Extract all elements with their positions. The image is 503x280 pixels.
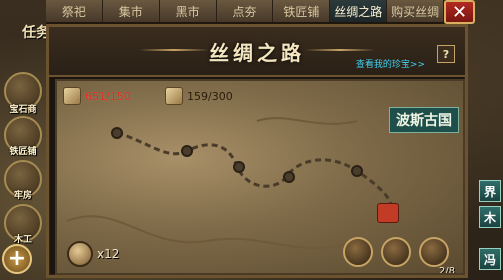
feng-button[interactable]: 冯 [479, 248, 501, 270]
world-button[interactable]: 界 [479, 180, 501, 202]
side-label-carpenter: 木工 [13, 235, 32, 245]
side-label-prison: 牢房 [13, 191, 32, 201]
tab-silk-road[interactable]: 丝绸之路 [330, 0, 388, 22]
page-indicator: 2/8 [438, 266, 455, 275]
tab-dianfen[interactable]: 点夯 [216, 0, 274, 22]
horn-item: x12 [67, 241, 119, 267]
side-label-gem: 宝石商 [9, 105, 37, 115]
country-label: 波斯古国 [389, 107, 459, 133]
help-button[interactable]: ? [437, 45, 455, 63]
silk-road-map: 651/150 159/300 波斯古国 x12 2/8 [55, 79, 465, 275]
tab-buy-silk[interactable]: 购买丝绸 [387, 0, 445, 22]
tab-blacksmith[interactable]: 铁匠铺 [273, 0, 331, 22]
view-treasure-link[interactable]: 查看我的珍宝>> [356, 57, 425, 70]
stage-node[interactable] [111, 127, 123, 139]
stage-node[interactable] [181, 145, 193, 157]
bottle-button[interactable] [419, 237, 449, 267]
title-ornament-right [305, 49, 375, 51]
tab-bar: 祭祀 集市 黑市 点夯 铁匠铺 丝绸之路 购买丝绸 [46, 0, 445, 24]
stage-node[interactable] [351, 165, 363, 177]
add-button[interactable]: + [2, 244, 32, 274]
treasure-button[interactable] [381, 237, 411, 267]
tab-sacrifice[interactable]: 祭祀 [46, 0, 103, 22]
horn-count: x12 [97, 247, 120, 261]
wood-button[interactable]: 木 [479, 206, 501, 228]
side-label-blacksmith: 铁匠铺 [9, 147, 37, 157]
bag-icon [165, 87, 183, 105]
silk-resource: 651/150 [63, 87, 131, 105]
speedup-button[interactable] [343, 237, 373, 267]
stage-node[interactable] [233, 161, 245, 173]
tab-black-market[interactable]: 黑市 [159, 0, 217, 22]
panel-header: 丝绸之路 查看我的珍宝>> ? [49, 27, 465, 77]
stamina-count: 159/300 [187, 89, 233, 103]
close-icon: ✕ [451, 1, 468, 23]
current-caravan-icon[interactable] [377, 203, 399, 223]
stage-node[interactable] [283, 171, 295, 183]
stamina-resource: 159/300 [165, 87, 233, 105]
horn-icon[interactable] [67, 241, 93, 267]
silk-road-panel: 丝绸之路 查看我的珍宝>> ? 651/150 159/300 波斯古国 x12 [46, 24, 468, 278]
plus-icon: + [7, 246, 27, 271]
close-button[interactable]: ✕ [444, 0, 475, 24]
tab-market[interactable]: 集市 [102, 0, 160, 22]
silk-scroll-icon [63, 87, 81, 105]
silk-count: 651/150 [85, 89, 131, 103]
